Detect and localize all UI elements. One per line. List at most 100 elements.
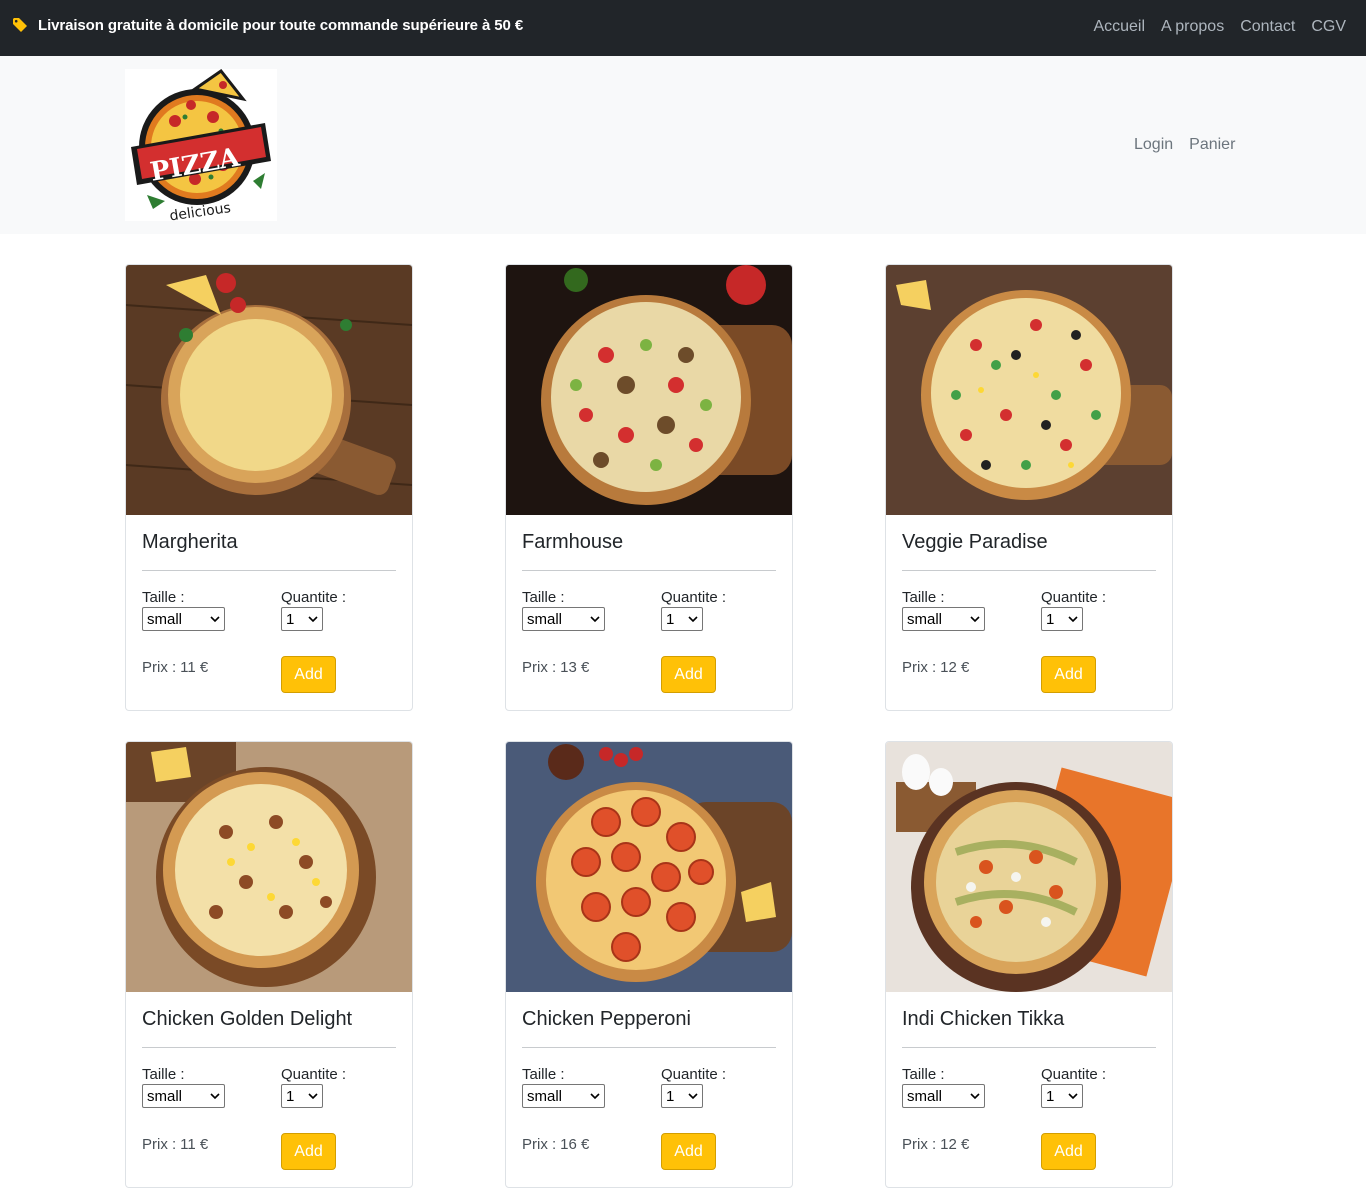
- quantity-label: Quantite :: [661, 1066, 727, 1083]
- divider: [142, 1047, 396, 1048]
- divider: [142, 570, 396, 571]
- price-label: Prix :: [142, 1136, 177, 1153]
- product-card: Chicken Pepperoni Taille : Quantite : sm…: [505, 741, 793, 1188]
- price-label: Prix :: [902, 1136, 937, 1153]
- size-label: Taille :: [902, 1066, 945, 1083]
- tag-icon: [13, 18, 27, 32]
- product-name: Indi Chicken Tikka: [902, 1008, 1065, 1030]
- top-bar: Livraison gratuite à domicile pour toute…: [0, 0, 1366, 56]
- size-select[interactable]: small: [902, 607, 985, 631]
- chevron-down-icon: [970, 615, 980, 622]
- size-select[interactable]: small: [902, 1084, 985, 1108]
- quantity-label: Quantite :: [1041, 1066, 1107, 1083]
- price-text: Prix :16 €: [522, 1136, 589, 1153]
- nav-link-cgv[interactable]: CGV: [1311, 18, 1346, 36]
- product-name: Veggie Paradise: [902, 531, 1048, 553]
- size-label: Taille :: [902, 589, 945, 606]
- quantity-select[interactable]: 1: [1041, 607, 1083, 631]
- size-value: small: [527, 1087, 563, 1105]
- add-to-cart-button[interactable]: Add: [661, 656, 716, 693]
- product-card: Indi Chicken Tikka Taille : Quantite : s…: [885, 741, 1173, 1188]
- quantity-select[interactable]: 1: [1041, 1084, 1083, 1108]
- size-select[interactable]: small: [522, 607, 605, 631]
- size-select[interactable]: small: [522, 1084, 605, 1108]
- pizza-logo[interactable]: PIZZA delicious: [125, 68, 277, 224]
- pizza-image-chicken-golden-delight: [126, 742, 412, 992]
- chevron-down-icon: [308, 1092, 318, 1099]
- size-value: small: [527, 610, 563, 628]
- price-label: Prix :: [142, 659, 177, 676]
- product-name: Chicken Golden Delight: [142, 1008, 353, 1030]
- chevron-down-icon: [688, 615, 698, 622]
- chevron-down-icon: [590, 1092, 600, 1099]
- quantity-select[interactable]: 1: [661, 607, 703, 631]
- pizza-image-margherita: [126, 265, 412, 515]
- chevron-down-icon: [308, 615, 318, 622]
- price-value: 11 €: [180, 659, 209, 676]
- quantity-select[interactable]: 1: [281, 607, 323, 631]
- cart-link[interactable]: Panier: [1189, 136, 1235, 154]
- nav-link-a-propos[interactable]: A propos: [1161, 18, 1224, 36]
- size-select[interactable]: small: [142, 1084, 225, 1108]
- quantity-value: 1: [286, 610, 295, 628]
- add-to-cart-button[interactable]: Add: [281, 1133, 336, 1170]
- price-value: 12 €: [940, 659, 970, 676]
- size-label: Taille :: [522, 1066, 565, 1083]
- price-text: Prix :12 €: [902, 1136, 969, 1153]
- divider: [902, 570, 1156, 571]
- nav-link-accueil[interactable]: Accueil: [1093, 18, 1145, 36]
- product-card: Farmhouse Taille : Quantite : small 1 Pr…: [505, 264, 793, 711]
- quantity-label: Quantite :: [281, 1066, 347, 1083]
- add-to-cart-button[interactable]: Add: [661, 1133, 716, 1170]
- add-to-cart-button[interactable]: Add: [1041, 1133, 1096, 1170]
- top-nav: Accueil A propos Contact CGV: [1077, 18, 1346, 36]
- price-value: 12 €: [940, 1136, 970, 1153]
- pizza-image-veggie-paradise: [886, 265, 1172, 515]
- chevron-down-icon: [1068, 1092, 1078, 1099]
- size-value: small: [147, 610, 183, 628]
- quantity-value: 1: [666, 610, 675, 628]
- quantity-value: 1: [1046, 1087, 1055, 1105]
- divider: [902, 1047, 1156, 1048]
- login-link[interactable]: Login: [1134, 136, 1173, 154]
- pizza-logo-image: PIZZA delicious: [131, 68, 271, 224]
- chevron-down-icon: [590, 615, 600, 622]
- user-nav: Login Panier: [1134, 136, 1251, 154]
- logo-subtitle: delicious: [169, 200, 232, 221]
- price-label: Prix :: [522, 1136, 557, 1153]
- quantity-value: 1: [666, 1087, 675, 1105]
- quantity-label: Quantite :: [661, 589, 727, 606]
- divider: [522, 1047, 776, 1048]
- price-text: Prix :11 €: [142, 659, 208, 676]
- product-name: Margherita: [142, 531, 238, 553]
- chevron-down-icon: [210, 615, 220, 622]
- chevron-down-icon: [970, 1092, 980, 1099]
- size-label: Taille :: [522, 589, 565, 606]
- chevron-down-icon: [688, 1092, 698, 1099]
- product-name: Farmhouse: [522, 531, 624, 553]
- size-value: small: [907, 1087, 943, 1105]
- promo-banner: Livraison gratuite à domicile pour toute…: [12, 14, 523, 36]
- quantity-label: Quantite :: [281, 589, 347, 606]
- quantity-select[interactable]: 1: [281, 1084, 323, 1108]
- product-card: Veggie Paradise Taille : Quantite : smal…: [885, 264, 1173, 711]
- quantity-value: 1: [1046, 610, 1055, 628]
- pizza-image-indi-chicken-tikka: [886, 742, 1172, 992]
- price-text: Prix :13 €: [522, 659, 589, 676]
- size-select[interactable]: small: [142, 607, 225, 631]
- size-value: small: [907, 610, 943, 628]
- pizza-image-farmhouse: [506, 265, 792, 515]
- price-text: Prix :12 €: [902, 659, 969, 676]
- add-to-cart-button[interactable]: Add: [1041, 656, 1096, 693]
- size-value: small: [147, 1087, 183, 1105]
- quantity-select[interactable]: 1: [661, 1084, 703, 1108]
- promo-text: Livraison gratuite à domicile pour toute…: [38, 16, 524, 34]
- price-value: 11 €: [180, 1136, 209, 1153]
- size-label: Taille :: [142, 1066, 185, 1083]
- price-value: 16 €: [560, 1136, 590, 1153]
- nav-link-contact[interactable]: Contact: [1240, 18, 1295, 36]
- price-label: Prix :: [522, 659, 557, 676]
- add-to-cart-button[interactable]: Add: [281, 656, 336, 693]
- size-label: Taille :: [142, 589, 185, 606]
- chevron-down-icon: [1068, 615, 1078, 622]
